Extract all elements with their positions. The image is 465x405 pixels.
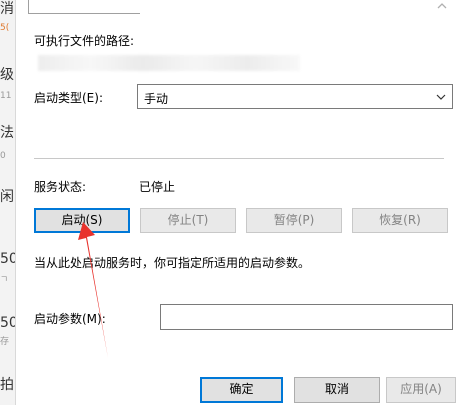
cancel-button[interactable]: 取消 (294, 377, 380, 403)
ok-button[interactable]: 确定 (200, 377, 283, 403)
startup-type-value: 手动 (144, 92, 169, 106)
strip-fragment: 50 (0, 251, 15, 267)
service-status-label: 服务状态: (34, 180, 87, 194)
chevron-down-icon (436, 94, 446, 100)
exe-path-label: 可执行文件的路径: (34, 34, 135, 48)
exe-path-value-blurred (38, 55, 300, 71)
stop-service-button[interactable]: 停止(T) (140, 208, 236, 233)
startup-params-hint: 当从此处启动服务时，你可指定所适用的启动参数。 (34, 256, 311, 270)
strip-fragment: 0 (0, 151, 6, 161)
strip-fragment: 5( (0, 23, 10, 33)
scroll-up-icon[interactable] (437, 1, 447, 11)
top-text-field-edge (28, 0, 140, 14)
strip-fragment: 级 (0, 67, 14, 83)
pause-service-button[interactable]: 暂停(P) (246, 208, 342, 233)
strip-fragment: 拍 (0, 377, 14, 393)
start-service-button[interactable]: 启动(S) (34, 208, 130, 233)
start-params-label: 启动参数(M): (34, 312, 106, 326)
startup-type-label: 启动类型(E): (34, 91, 103, 105)
start-params-input[interactable] (160, 304, 453, 330)
resume-service-button[interactable]: 恢复(R) (352, 208, 448, 233)
strip-fragment: 存 (0, 337, 10, 347)
apply-button[interactable]: 应用(A) (386, 377, 456, 403)
startup-type-dropdown[interactable]: 手动 (137, 84, 453, 109)
strip-fragment: 法 (0, 125, 14, 141)
strip-fragment: 11 (0, 91, 12, 101)
strip-fragment: 50 (0, 315, 15, 331)
background-window-strip: 消 5( 级 11 法 0 闲 50 ㄱ 50 存 拍 (0, 0, 16, 405)
service-status-value: 已停止 (139, 180, 176, 194)
strip-fragment: 闲 (0, 189, 14, 205)
section-divider (34, 158, 444, 159)
strip-fragment: ㄱ (0, 275, 9, 285)
strip-fragment: 消 (0, 1, 14, 17)
